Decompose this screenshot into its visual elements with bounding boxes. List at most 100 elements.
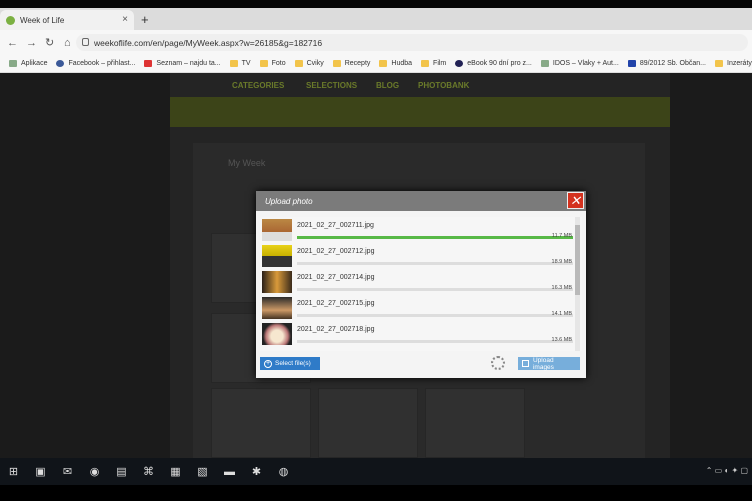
browser-tabbar: Week of Life × + [0, 8, 752, 30]
dialog-header: Upload photo ✕ [256, 191, 586, 211]
calculator-icon[interactable]: ▦ [162, 458, 189, 485]
bookmark[interactable]: eBook 90 dní pro z... [455, 60, 532, 67]
upload-progress [297, 262, 573, 265]
nav-blog[interactable]: BLOG [376, 81, 399, 90]
file-row: 2021_02_27_002712.jpg 18.9 MB [260, 243, 576, 269]
bookmark[interactable]: Foto [259, 60, 286, 67]
plus-icon: + [264, 359, 272, 368]
folder-icon [332, 60, 341, 67]
store-icon[interactable]: ▣ [27, 458, 54, 485]
ebook-icon [455, 60, 464, 67]
network-icon[interactable]: ⌘ [135, 458, 162, 485]
bookmark[interactable]: Facebook – přihlast... [56, 60, 135, 67]
loading-spinner-icon [491, 356, 505, 370]
page-title: My Week [228, 158, 266, 168]
chrome-icon[interactable]: ◍ [270, 458, 297, 485]
windows-taskbar: ⊞ ▣ ✉ ◉ ▤ ⌘ ▦ ▧ ▬ ✱ ◍ ⌃ ▭ ◐ ✦ ▢ [0, 458, 752, 485]
file-name: 2021_02_27_002718.jpg [297, 326, 375, 333]
weekoflife-icon [6, 15, 15, 25]
new-tab-button[interactable]: + [141, 12, 149, 27]
save-icon [522, 360, 529, 367]
bookmark[interactable]: Aplikace [9, 60, 47, 67]
edge-icon[interactable]: ◉ [81, 458, 108, 485]
upload-photo-dialog: Upload photo ✕ 2021_02_27_002711.jpg 11.… [256, 191, 586, 378]
windows-start-icon[interactable]: ⊞ [0, 458, 27, 485]
lock-icon [82, 38, 89, 46]
file-row: 2021_02_27_002714.jpg 16.3 MB [260, 269, 576, 295]
bookmark[interactable]: Film [421, 60, 446, 67]
upload-images-button[interactable]: Upload images [518, 356, 580, 371]
browser-tab[interactable]: Week of Life × [0, 10, 134, 30]
monitor-bezel [0, 485, 752, 501]
folder-icon [421, 60, 430, 67]
tab-close-icon[interactable]: × [122, 14, 128, 25]
search-bar-strip [170, 97, 670, 127]
scrollbar-thumb[interactable] [575, 225, 580, 295]
bookmark[interactable]: 89/2012 Sb. Občan... [627, 60, 706, 67]
file-explorer-icon[interactable]: ▬ [216, 458, 243, 485]
folder-icon [294, 60, 303, 67]
file-thumbnail [262, 297, 292, 319]
url-field[interactable]: weekoflife.com/en/page/MyWeek.aspx?w=261… [76, 34, 748, 51]
dialog-title: Upload photo [265, 196, 313, 206]
bookmark[interactable]: IDOS – Vlaky + Aut... [540, 60, 619, 67]
upload-images-label: Upload images [532, 356, 554, 371]
file-size: 16.3 MB [551, 285, 572, 291]
upload-progress [297, 340, 573, 343]
file-size: 18.9 MB [551, 259, 572, 265]
folder-icon [229, 60, 238, 67]
facebook-icon [56, 60, 65, 67]
forward-icon[interactable]: → [26, 37, 38, 49]
apps-icon [9, 60, 17, 67]
archive-icon[interactable]: ▧ [189, 458, 216, 485]
app-icon[interactable]: ▤ [108, 458, 135, 485]
url-text: weekoflife.com/en/page/MyWeek.aspx?w=261… [94, 37, 323, 48]
select-files-label: Select file(s) [275, 360, 311, 367]
monitor-screen: Week of Life × + ← → ↻ ⌂ weekoflife.com/… [0, 8, 752, 458]
site-nav: CATEGORIES SELECTIONS BLOG PHOTOBANK [170, 75, 670, 97]
select-files-button[interactable]: + Select file(s) [260, 357, 320, 370]
address-bar-row: ← → ↻ ⌂ weekoflife.com/en/page/MyWeek.as… [0, 30, 752, 55]
bookmark[interactable]: TV [229, 60, 251, 67]
file-size: 14.1 MB [551, 311, 572, 317]
photo-slot[interactable] [318, 388, 418, 458]
settings-icon[interactable]: ✱ [243, 458, 270, 485]
z-icon [627, 60, 636, 67]
system-tray: ⌃ ▭ ◐ ✦ ▢ [705, 466, 748, 475]
file-thumbnail [262, 323, 292, 345]
folder-icon [259, 60, 268, 67]
reload-icon[interactable]: ↻ [45, 36, 57, 49]
bookmark[interactable]: Cviky [294, 60, 324, 67]
seznam-icon [144, 60, 153, 67]
nav-photobank[interactable]: PHOTOBANK [418, 81, 469, 90]
idos-icon [540, 60, 549, 67]
file-size: 11.7 MB [551, 233, 572, 239]
upload-progress [297, 288, 573, 291]
folder-icon [379, 60, 388, 67]
file-name: 2021_02_27_002715.jpg [297, 300, 375, 307]
folder-icon [715, 60, 723, 67]
bookmark[interactable]: Seznam – najdu ta... [144, 60, 221, 67]
upload-progress [297, 236, 573, 239]
file-thumbnail [262, 245, 292, 267]
mail-icon[interactable]: ✉ [54, 458, 81, 485]
file-row: 2021_02_27_002718.jpg 13.6 MB [260, 321, 576, 347]
file-row: 2021_02_27_002715.jpg 14.1 MB [260, 295, 576, 321]
file-name: 2021_02_27_002711.jpg [297, 222, 374, 229]
file-list-scrollbar[interactable] [575, 217, 580, 351]
bookmark[interactable]: Recepty [332, 60, 370, 67]
file-name: 2021_02_27_002714.jpg [297, 274, 375, 281]
nav-categories[interactable]: CATEGORIES [232, 81, 284, 90]
bookmark[interactable]: Inzeráty [715, 60, 752, 67]
file-size: 13.6 MB [551, 337, 572, 343]
photo-slot[interactable] [425, 388, 525, 458]
bookmark[interactable]: Hudba [379, 60, 412, 67]
progress-fill [297, 236, 573, 239]
back-icon[interactable]: ← [7, 37, 19, 49]
home-icon[interactable]: ⌂ [64, 37, 76, 49]
close-icon[interactable]: ✕ [567, 192, 584, 209]
nav-selections[interactable]: SELECTIONS [306, 81, 357, 90]
file-thumbnail [262, 271, 292, 293]
file-name: 2021_02_27_002712.jpg [297, 248, 375, 255]
photo-slot[interactable] [211, 388, 311, 458]
